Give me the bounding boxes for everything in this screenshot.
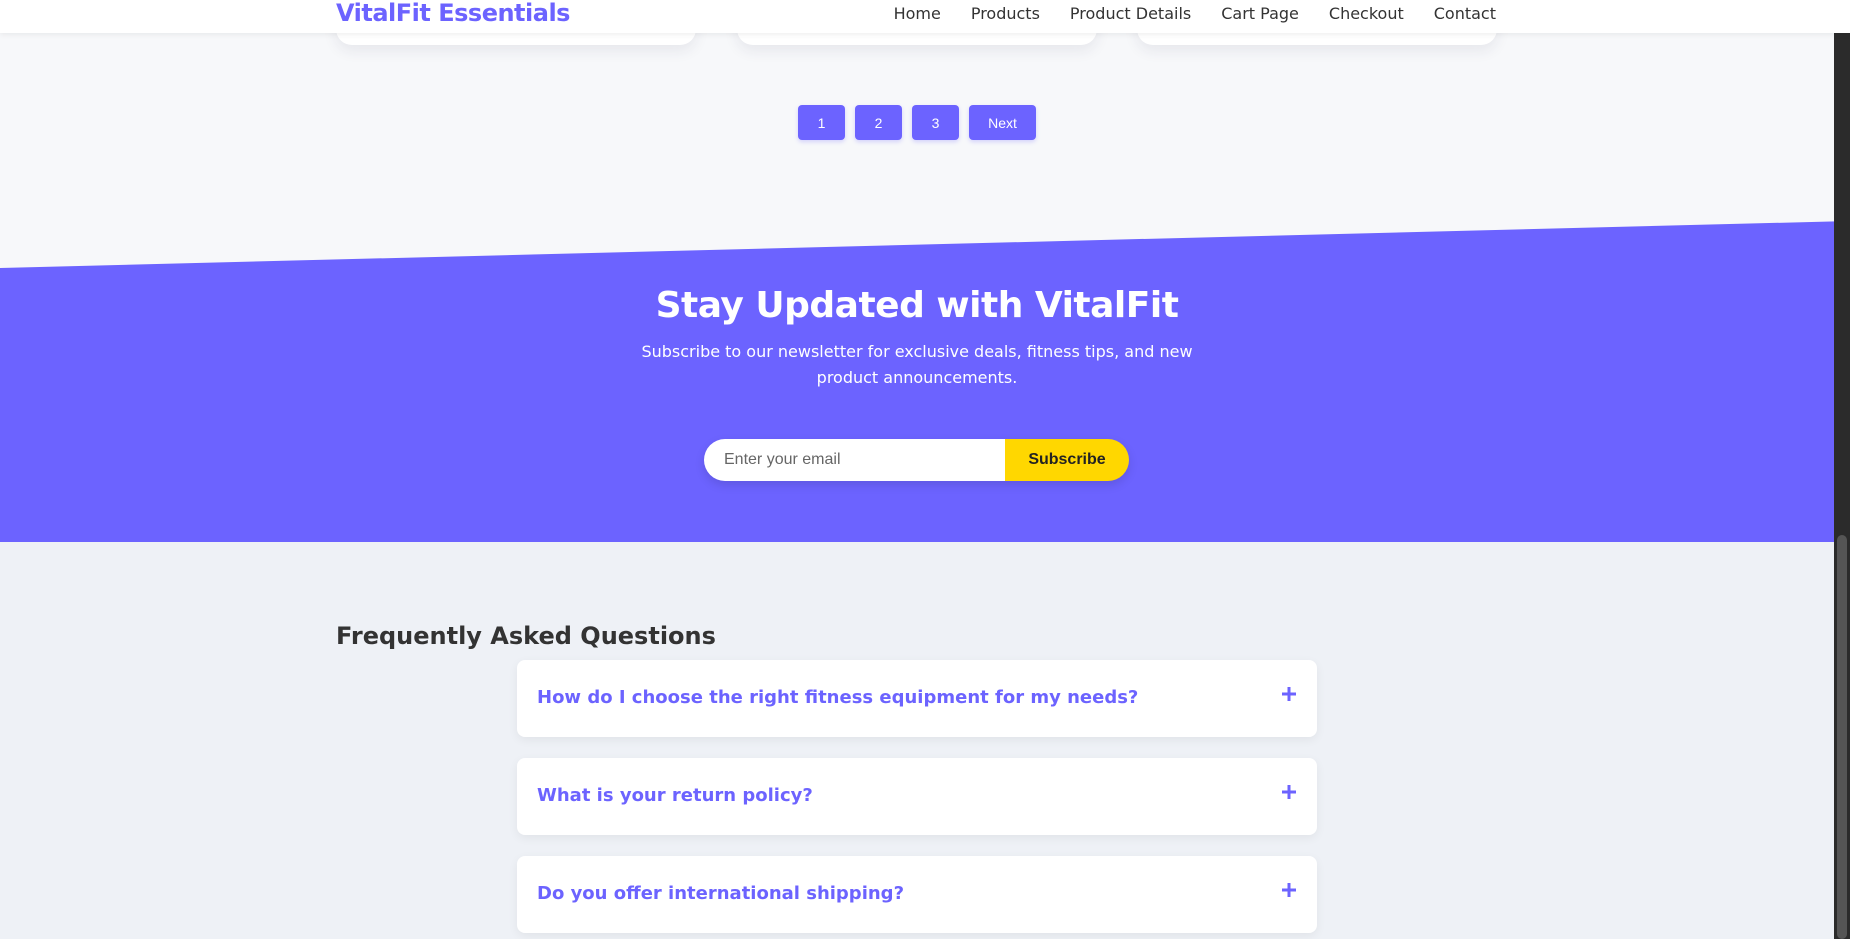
plus-icon[interactable] [1281,882,1297,898]
newsletter-description: Subscribe to our newsletter for exclusiv… [641,342,1193,388]
page-scrollbar[interactable] [1834,0,1850,939]
main-nav: Home Products Product Details Cart Page … [894,4,1496,23]
page-2-button[interactable]: 2 [855,105,902,140]
email-input[interactable] [704,439,1005,481]
faq-section: Frequently Asked Questions How do I choo… [0,542,1834,939]
nav-link-cart-page[interactable]: Cart Page [1221,4,1299,23]
newsletter-title: Stay Updated with VitalFit [655,285,1179,326]
newsletter-section: Stay Updated with VitalFit Subscribe to … [0,268,1834,391]
nav-link-contact[interactable]: Contact [1434,4,1496,23]
nav-link-products[interactable]: Products [971,4,1040,23]
nav-link-checkout[interactable]: Checkout [1329,4,1404,23]
browser-viewport: VitalFit Essentials Home Products Produc… [0,0,1850,939]
faq-item[interactable]: Do you offer international shipping? [517,856,1317,933]
faq-item[interactable]: How do I choose the right fitness equipm… [517,660,1317,737]
faq-question[interactable]: Do you offer international shipping? [537,856,904,931]
faq-question[interactable]: How do I choose the right fitness equipm… [537,660,1138,735]
next-page-button[interactable]: Next [969,105,1036,140]
scrollbar-thumb[interactable] [1837,535,1847,939]
site-header: VitalFit Essentials Home Products Produc… [0,0,1850,33]
pagination: 1 2 3 Next [0,105,1834,140]
nav-link-home[interactable]: Home [894,4,941,23]
subscribe-form: Subscribe [704,439,1129,481]
nav-link-product-details[interactable]: Product Details [1070,4,1191,23]
faq-question[interactable]: What is your return policy? [537,758,813,833]
page: VitalFit Essentials Home Products Produc… [0,0,1850,939]
page-3-button[interactable]: 3 [912,105,959,140]
subscribe-button[interactable]: Subscribe [1005,439,1129,481]
faq-title: Frequently Asked Questions [336,622,716,650]
plus-icon[interactable] [1281,784,1297,800]
plus-icon[interactable] [1281,686,1297,702]
brand-logo[interactable]: VitalFit Essentials [336,0,570,27]
faq-item[interactable]: What is your return policy? [517,758,1317,835]
page-1-button[interactable]: 1 [798,105,845,140]
